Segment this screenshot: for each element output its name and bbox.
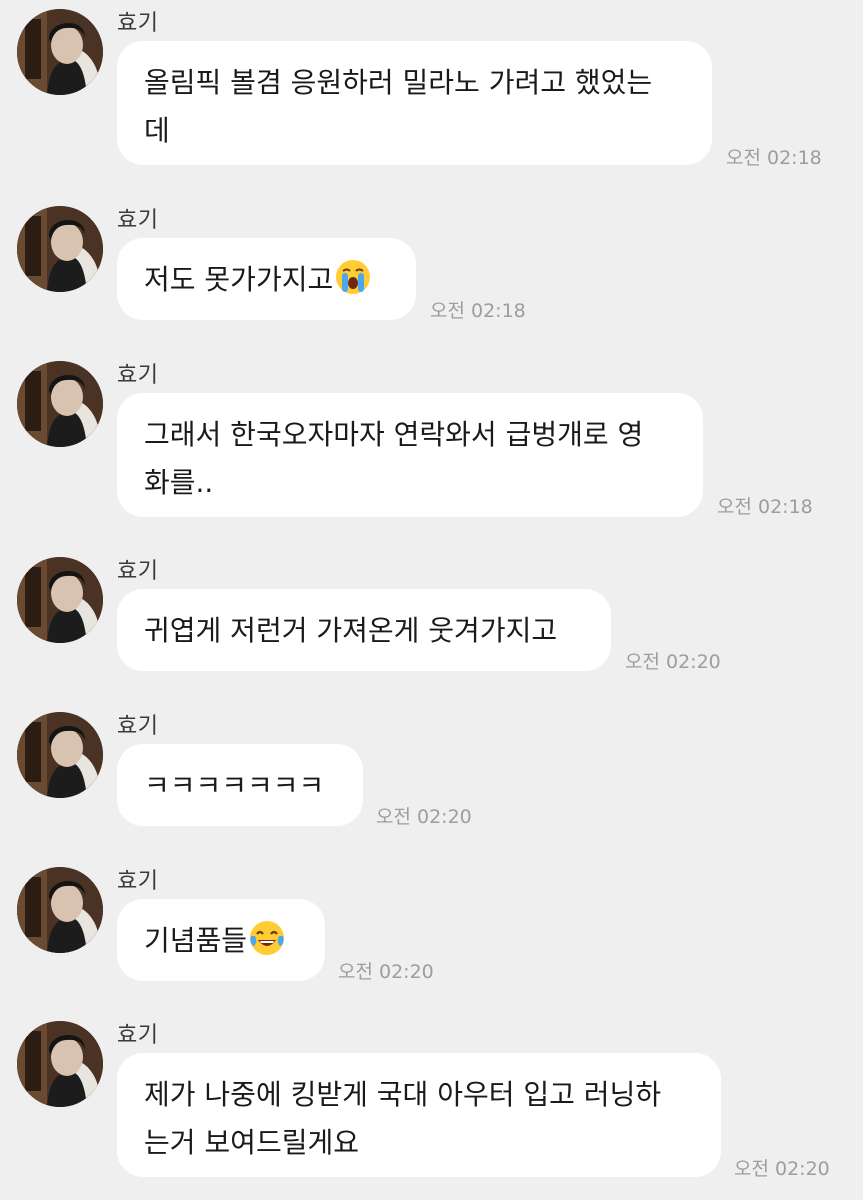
message-text-line: ㅋㅋㅋㅋㅋㅋㅋ (144, 769, 325, 802)
message-bubble[interactable]: 기념품들 (117, 899, 325, 981)
sender-name: 효기 (117, 363, 159, 388)
message-text-line: 저도 못가가지고 (144, 263, 334, 296)
message-timestamp: 오전 02:20 (338, 961, 434, 983)
sender-name: 효기 (117, 559, 159, 584)
avatar[interactable] (17, 557, 103, 643)
message-text-line: 제가 나중에 킹받게 국대 아우터 입고 러닝하 (144, 1078, 662, 1111)
message-bubble[interactable]: ㅋㅋㅋㅋㅋㅋㅋ (117, 744, 363, 826)
message-bubble[interactable]: 귀엽게 저런거 가져온게 웃겨가지고 (117, 589, 611, 671)
message-text-line: 귀엽게 저런거 가져온게 웃겨가지고 (144, 614, 558, 647)
avatar[interactable] (17, 712, 103, 798)
message-text-line: 그래서 한국오자마자 연락와서 급벙개로 영 (144, 418, 644, 451)
avatar-photo-icon (17, 867, 103, 953)
sender-name: 효기 (117, 1023, 159, 1048)
message-text-line: 화를.. (144, 466, 214, 499)
sender-name: 효기 (117, 208, 159, 233)
message-text-line: 기념품들 (144, 924, 248, 957)
avatar-photo-icon (17, 361, 103, 447)
face-with-tears-of-joy-icon (249, 920, 285, 956)
avatar-photo-icon (17, 1021, 103, 1107)
avatar[interactable] (17, 9, 103, 95)
message-bubble[interactable]: 그래서 한국오자마자 연락와서 급벙개로 영 화를.. (117, 393, 703, 517)
message-bubble[interactable]: 저도 못가가지고 (117, 238, 416, 320)
sender-name: 효기 (117, 714, 159, 739)
message-timestamp: 오전 02:20 (625, 651, 721, 673)
avatar[interactable] (17, 1021, 103, 1107)
message-bubble[interactable]: 올림픽 볼겸 응원하러 밀라노 가려고 했었는 데 (117, 41, 712, 165)
message-timestamp: 오전 02:18 (726, 147, 822, 169)
message-text-line: 데 (144, 114, 170, 147)
avatar-photo-icon (17, 9, 103, 95)
message-timestamp: 오전 02:18 (430, 300, 526, 322)
message-timestamp: 오전 02:20 (734, 1158, 830, 1180)
avatar[interactable] (17, 206, 103, 292)
avatar-photo-icon (17, 712, 103, 798)
message-timestamp: 오전 02:20 (376, 806, 472, 828)
avatar-photo-icon (17, 557, 103, 643)
avatar[interactable] (17, 361, 103, 447)
message-bubble[interactable]: 제가 나중에 킹받게 국대 아우터 입고 러닝하 는거 보여드릴게요 (117, 1053, 721, 1177)
avatar[interactable] (17, 867, 103, 953)
message-text-line: 올림픽 볼겸 응원하러 밀라노 가려고 했었는 (144, 66, 653, 99)
message-text-line: 는거 보여드릴게요 (144, 1126, 359, 1159)
avatar-photo-icon (17, 206, 103, 292)
sender-name: 효기 (117, 869, 159, 894)
loudly-crying-face-icon (335, 259, 371, 295)
sender-name: 효기 (117, 11, 159, 36)
message-timestamp: 오전 02:18 (717, 496, 813, 518)
chat-view[interactable]: 효기 올림픽 볼겸 응원하러 밀라노 가려고 했었는 데 오전 02:18 효기… (0, 0, 863, 1200)
